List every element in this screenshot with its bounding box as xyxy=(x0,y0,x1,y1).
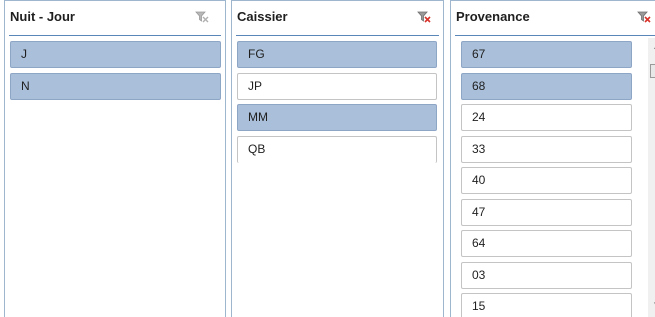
item-label: 24 xyxy=(472,110,486,124)
slicer-title: Caissier xyxy=(237,9,288,24)
slicer-item[interactable]: 33 xyxy=(461,135,632,163)
item-label: 47 xyxy=(472,204,486,219)
slicer-item[interactable]: 15 xyxy=(461,293,632,317)
header-separator xyxy=(236,35,439,36)
slicers-area: Nuit - Jour J N Caissier FG JP MM QB Pro… xyxy=(0,0,655,317)
slicer-item[interactable]: FG xyxy=(237,41,437,68)
slicer-title: Nuit - Jour xyxy=(10,9,75,24)
item-label: 40 xyxy=(472,173,486,187)
item-label: 03 xyxy=(472,267,486,282)
scrollbar-thumb[interactable] xyxy=(650,64,655,78)
slicer-item[interactable]: JP xyxy=(237,72,437,100)
slicer-item[interactable]: 64 xyxy=(461,230,632,257)
header-separator xyxy=(455,35,655,36)
vertical-scrollbar[interactable]: ▲ ▼ xyxy=(648,38,655,317)
item-label: MM xyxy=(248,110,268,124)
slicer-items: FG JP MM QB xyxy=(237,41,437,167)
slicer-item[interactable]: J xyxy=(10,41,221,68)
slicer-items: 67 68 24 33 40 47 64 03 15 xyxy=(461,41,632,317)
slicer-item[interactable]: 40 xyxy=(461,167,632,194)
slicer-title: Provenance xyxy=(456,9,530,24)
slicer-item[interactable]: 47 xyxy=(461,198,632,226)
slicer-nuit-jour: Nuit - Jour J N xyxy=(4,0,226,317)
item-label: 64 xyxy=(472,236,486,250)
scroll-down-arrow-icon[interactable]: ▼ xyxy=(648,296,655,313)
slicer-item[interactable]: 24 xyxy=(461,104,632,131)
item-label: 67 xyxy=(472,47,486,61)
item-label: JP xyxy=(248,78,263,93)
slicer-items: J N xyxy=(10,41,221,104)
item-label: N xyxy=(21,78,30,93)
slicer-item[interactable]: MM xyxy=(237,104,437,131)
slicer-provenance: Provenance 67 68 24 33 40 47 64 03 15 ▲ … xyxy=(450,0,655,317)
clear-filter-icon[interactable] xyxy=(417,11,431,23)
item-label: 15 xyxy=(472,299,486,313)
item-label: 68 xyxy=(472,78,486,93)
clear-filter-icon[interactable] xyxy=(195,11,209,23)
slicer-item[interactable]: 67 xyxy=(461,41,632,68)
slicer-caissier: Caissier FG JP MM QB xyxy=(231,0,444,317)
item-label: FG xyxy=(248,47,265,61)
scroll-up-arrow-icon[interactable]: ▲ xyxy=(648,38,655,55)
item-label: J xyxy=(21,47,27,61)
slicer-item[interactable]: QB xyxy=(237,135,437,163)
slicer-item[interactable]: N xyxy=(10,72,221,100)
item-label: 33 xyxy=(472,141,486,156)
slicer-item[interactable]: 68 xyxy=(461,72,632,100)
item-label: QB xyxy=(248,141,266,156)
slicer-item[interactable]: 03 xyxy=(461,261,632,289)
clear-filter-icon[interactable] xyxy=(637,11,651,23)
header-separator xyxy=(9,35,221,36)
